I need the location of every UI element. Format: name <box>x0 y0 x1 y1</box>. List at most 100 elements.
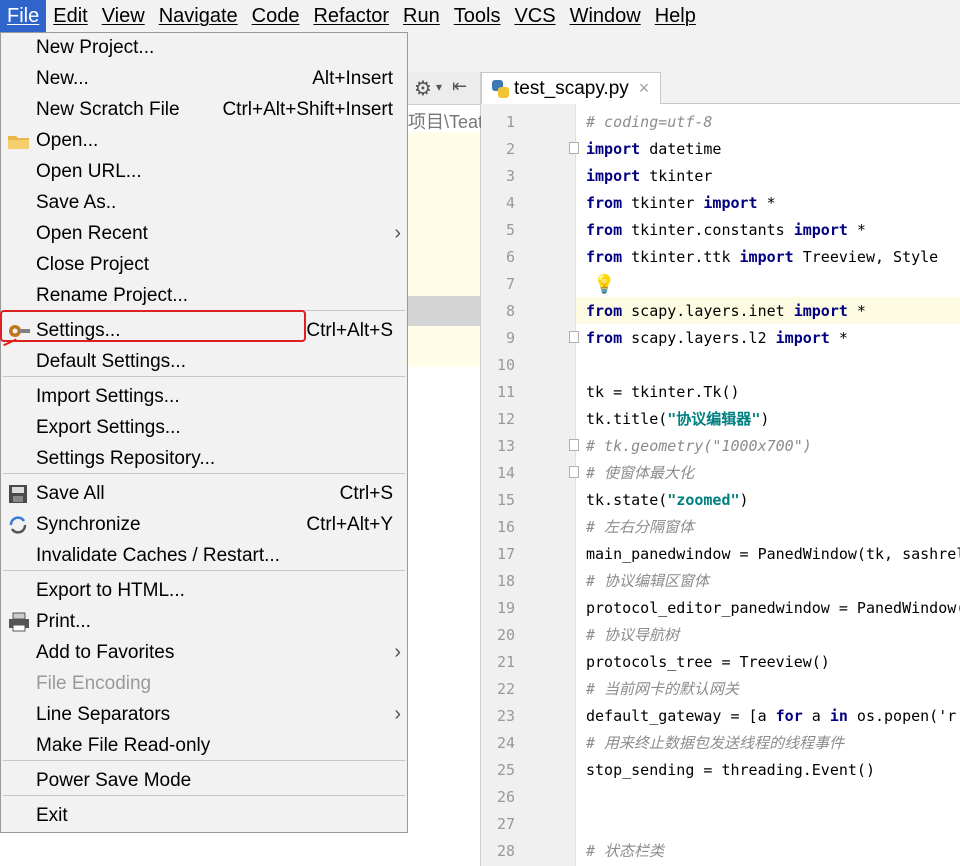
menu-item-rename-project[interactable]: Rename Project... <box>1 281 407 312</box>
line-number: 4 <box>505 194 515 212</box>
code-line[interactable]: protocols_tree = Treeview() <box>586 649 830 676</box>
menu-item-file-encoding: File Encoding <box>1 669 407 700</box>
save-icon <box>7 484 31 504</box>
menu-item-label: Synchronize <box>36 514 141 535</box>
tab-test-scapy[interactable]: test_scapy.py × <box>481 72 661 104</box>
menu-item-shortcut: Ctrl+Alt+Shift+Insert <box>222 99 393 120</box>
menu-help[interactable]: Help <box>648 0 703 32</box>
menu-item-save-as[interactable]: Save As.. <box>1 188 407 219</box>
fold-marker-icon[interactable] <box>569 142 579 154</box>
code-editor[interactable]: 1 2 3 4 5 6 7 8 9 10 11 12 13 14 15 16 17 18 19 20 21 22 23 24 2… <box>481 104 960 866</box>
menu-item-new[interactable]: New... Alt+Insert <box>1 64 407 95</box>
code-line[interactable]: # 状态栏类 <box>586 838 664 865</box>
menu-tools[interactable]: Tools <box>447 0 508 32</box>
menu-item-save-all[interactable]: Save All Ctrl+S <box>1 479 407 510</box>
line-number: 8 <box>505 302 515 320</box>
dropdown-arrow-icon[interactable]: ▾ <box>436 80 442 94</box>
tab-title: test_scapy.py <box>514 77 629 99</box>
menu-item-open-url[interactable]: Open URL... <box>1 157 407 188</box>
chevron-right-icon: › <box>394 222 401 244</box>
menu-item-invalidate-caches-restart[interactable]: Invalidate Caches / Restart... <box>1 541 407 572</box>
line-number: 21 <box>496 653 515 671</box>
code-line[interactable]: import tkinter <box>586 163 712 190</box>
line-number: 2 <box>505 140 515 158</box>
menu-view[interactable]: View <box>95 0 152 32</box>
menu-item-synchronize[interactable]: Synchronize Ctrl+Alt+Y <box>1 510 407 541</box>
lightbulb-icon[interactable]: 💡 <box>593 274 615 295</box>
menu-item-label: Make File Read-only <box>36 735 211 756</box>
code-line[interactable]: default_gateway = [a for a in os.popen('… <box>586 703 956 730</box>
menu-item-open[interactable]: Open... <box>1 126 407 157</box>
file-menu-dropdown: New Project... New... Alt+Insert New Scratc… <box>0 32 408 833</box>
code-line[interactable]: from tkinter import * <box>586 190 776 217</box>
line-number: 7 <box>505 275 515 293</box>
python-file-icon <box>492 79 509 98</box>
code-line[interactable]: import datetime <box>586 136 721 163</box>
menu-item-new-project[interactable]: New Project... <box>1 33 407 64</box>
menu-edit[interactable]: Edit <box>46 0 94 32</box>
menu-navigate[interactable]: Navigate <box>152 0 245 32</box>
menu-item-export-settings[interactable]: Export Settings... <box>1 413 407 444</box>
line-number: 6 <box>505 248 515 266</box>
menu-item-settings-repository[interactable]: Settings Repository... <box>1 444 407 475</box>
code-line[interactable]: from tkinter.constants import * <box>586 217 866 244</box>
code-line[interactable]: # 协议编辑区窗体 <box>586 568 709 595</box>
menu-item-add-to-favorites[interactable]: Add to Favorites › <box>1 638 407 669</box>
folder-icon <box>7 131 31 151</box>
code-line[interactable]: stop_sending = threading.Event() <box>586 757 875 784</box>
menu-item-open-recent[interactable]: Open Recent › <box>1 219 407 250</box>
menu-item-close-project[interactable]: Close Project <box>1 250 407 281</box>
code-line[interactable]: from tkinter.ttk import Treeview, Style <box>586 244 938 271</box>
menu-refactor[interactable]: Refactor <box>306 0 396 32</box>
menu-window[interactable]: Window <box>563 0 648 32</box>
menu-item-line-separators[interactable]: Line Separators › <box>1 700 407 731</box>
menu-item-exit[interactable]: Exit <box>1 801 407 832</box>
menu-item-default-settings[interactable]: Default Settings... <box>1 347 407 378</box>
menu-item-export-to-html[interactable]: Export to HTML... <box>1 576 407 607</box>
code-line[interactable]: from scapy.layers.inet import * <box>586 298 866 325</box>
menu-separator <box>3 570 405 571</box>
code-line[interactable]: tk.title("协议编辑器") <box>586 406 769 433</box>
project-tree-selected-row[interactable] <box>408 296 480 326</box>
gear-icon[interactable]: ⚙ <box>414 76 432 100</box>
code-line[interactable]: # 当前网卡的默认网关 <box>586 676 739 703</box>
menu-item-new-scratch-file[interactable]: New Scratch File Ctrl+Alt+Shift+Insert <box>1 95 407 126</box>
menu-separator <box>3 760 405 761</box>
menu-item-label: Save As.. <box>36 192 117 213</box>
menu-code[interactable]: Code <box>245 0 307 32</box>
line-number: 18 <box>496 572 515 590</box>
chevron-right-icon: › <box>394 641 401 663</box>
project-panel-header: ⚙ ▾ ⇤ <box>408 72 480 105</box>
code-line[interactable]: # 左右分隔窗体 <box>586 514 694 541</box>
code-line[interactable]: # coding=utf-8 <box>586 109 712 136</box>
line-number: 16 <box>496 518 515 536</box>
close-icon[interactable]: × <box>639 78 650 99</box>
code-line[interactable]: tk = tkinter.Tk() <box>586 379 740 406</box>
line-number: 11 <box>496 383 515 401</box>
menu-item-label: Save All <box>36 483 105 504</box>
code-line[interactable]: # 协议导航树 <box>586 622 679 649</box>
code-line[interactable]: from scapy.layers.l2 import * <box>586 325 848 352</box>
menu-run[interactable]: Run <box>396 0 447 32</box>
fold-marker-icon[interactable] <box>569 466 579 478</box>
menu-vcs[interactable]: VCS <box>507 0 562 32</box>
menu-item-make-file-read-only[interactable]: Make File Read-only <box>1 731 407 762</box>
fold-marker-icon[interactable] <box>569 331 579 343</box>
menu-item-power-save-mode[interactable]: Power Save Mode <box>1 766 407 797</box>
menu-item-label: File Encoding <box>36 673 152 694</box>
menu-item-label: Power Save Mode <box>36 770 192 791</box>
code-line[interactable]: # 使窗体最大化 <box>586 460 694 487</box>
menu-item-label: Export Settings... <box>36 417 181 438</box>
code-line[interactable]: tk.state("zoomed") <box>586 487 749 514</box>
code-line[interactable]: # 用来终止数据包发送线程的线程事件 <box>586 730 844 757</box>
menu-separator <box>3 376 405 377</box>
menu-item-import-settings[interactable]: Import Settings... <box>1 382 407 413</box>
menu-item-print[interactable]: Print... <box>1 607 407 638</box>
code-line[interactable]: main_panedwindow = PanedWindow(tk, sashr… <box>586 541 960 568</box>
menu-file[interactable]: File <box>0 0 47 32</box>
menu-item-label: Add to Favorites <box>36 642 175 663</box>
collapse-icon[interactable]: ⇤ <box>452 76 467 97</box>
code-line[interactable]: # tk.geometry("1000x700") <box>586 433 812 460</box>
code-line[interactable]: protocol_editor_panedwindow = PanedWindo… <box>586 595 960 622</box>
fold-marker-icon[interactable] <box>569 439 579 451</box>
